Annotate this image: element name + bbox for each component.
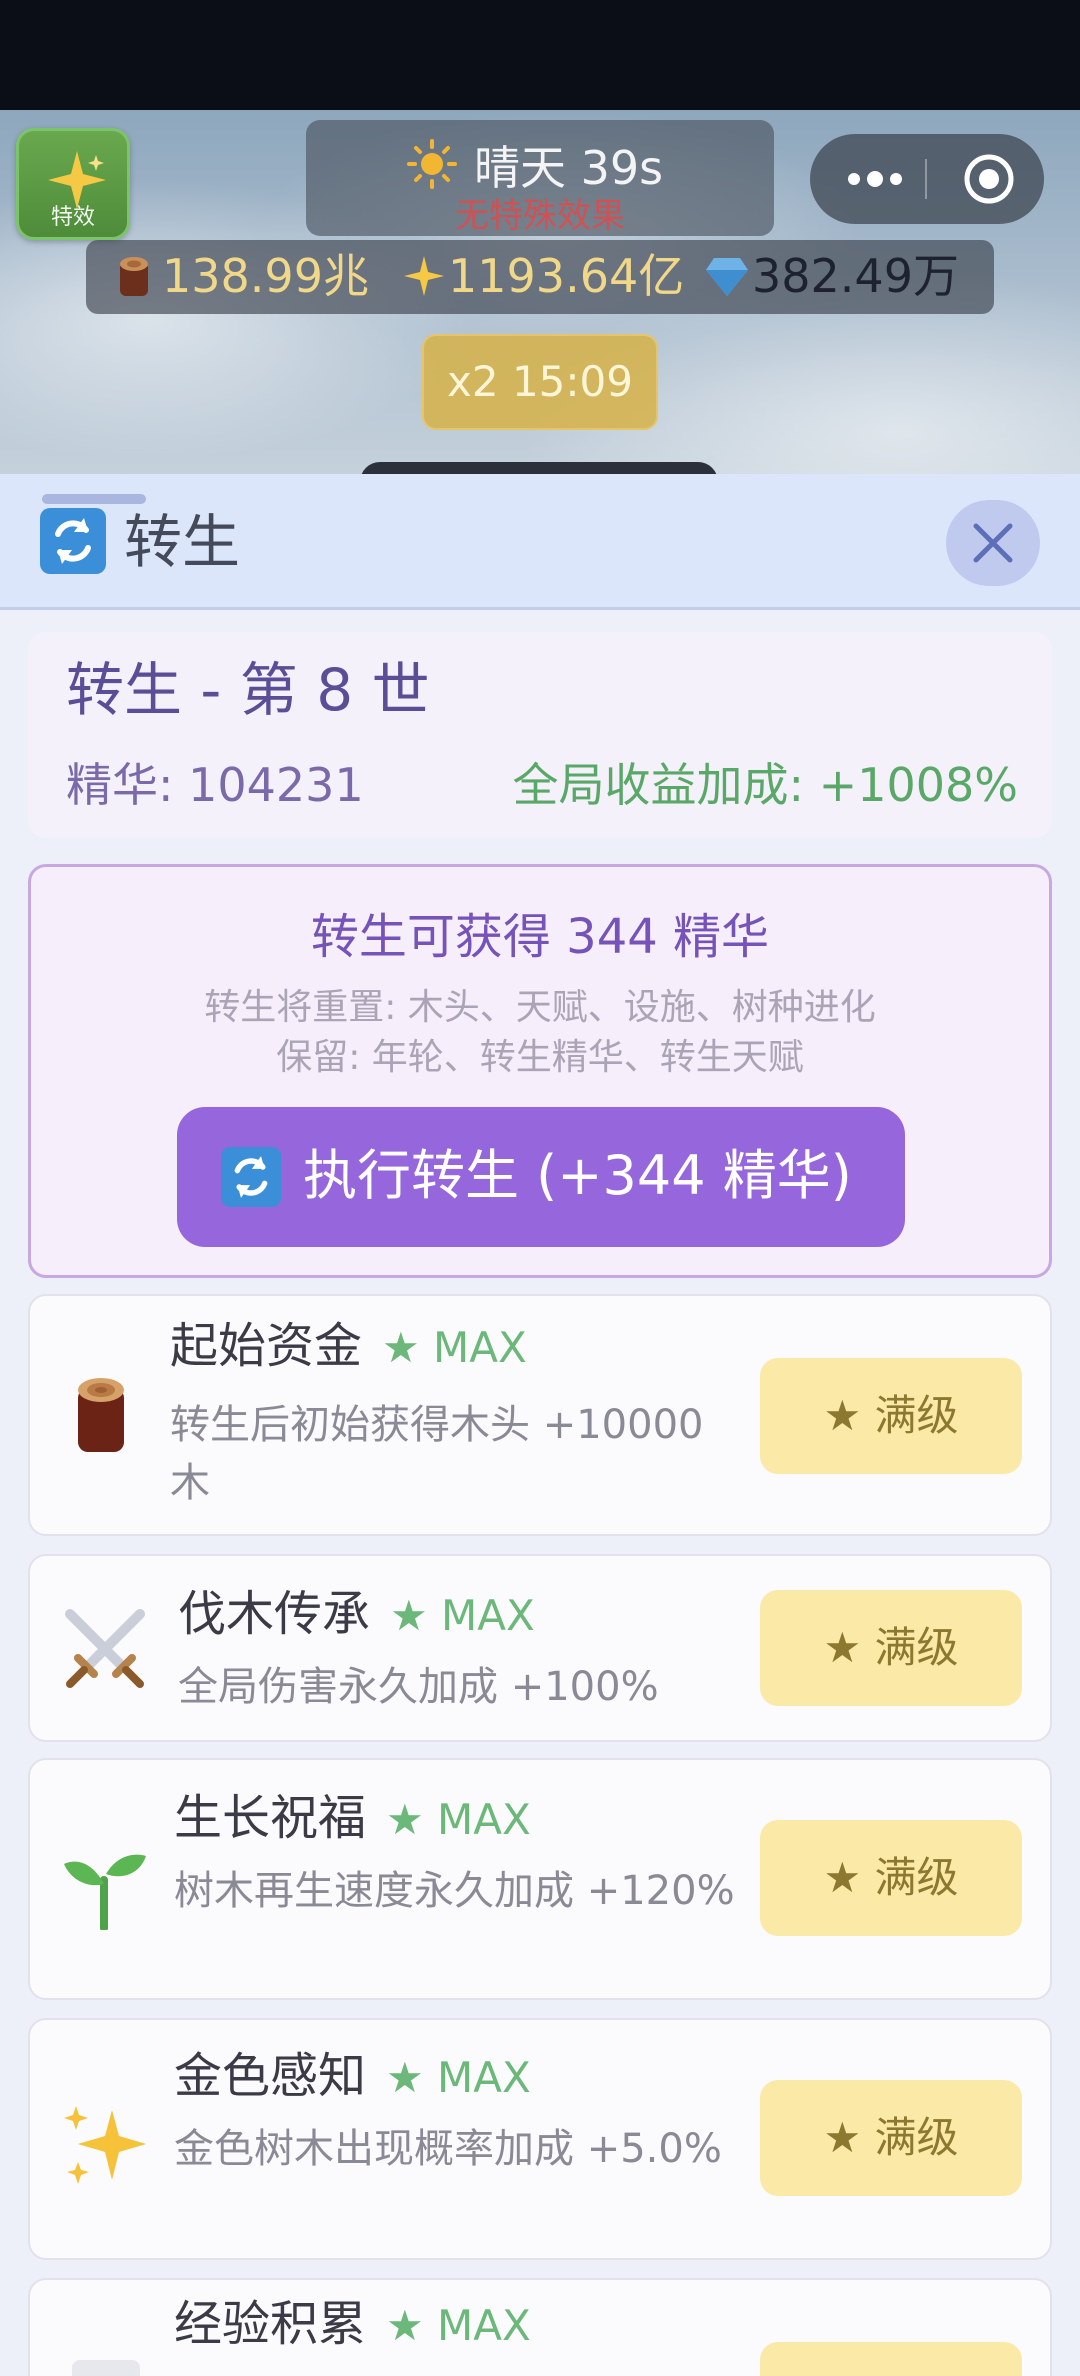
global-bonus: 全局收益加成: +1008% xyxy=(512,758,1018,812)
talent-description: 转生后初始获得木头 +10000木 xyxy=(170,1402,704,1506)
talent-card: 金色感知 ★ MAX 金色树木出现概率加成 +5.0% ★ 满级 xyxy=(28,2018,1052,2260)
log-icon xyxy=(78,1378,124,1452)
talent-maxed-button[interactable]: ★ 满级 xyxy=(760,2342,1022,2376)
talent-max-badge: ★ MAX xyxy=(386,2053,531,2102)
sun-icon xyxy=(407,139,457,189)
talent-card: 生长祝福 ★ MAX 树木再生速度永久加成 +120% ★ 满级 xyxy=(28,1758,1052,2000)
talent-maxed-button[interactable]: ★ 满级 xyxy=(760,1358,1022,1474)
talent-card: 起始资金 ★ MAX 转生后初始获得木头 +10000木 ★ 满级 xyxy=(28,1294,1052,1536)
close-button[interactable] xyxy=(946,500,1040,586)
talent-card: 经验积累 ★ MAX ★ 满级 xyxy=(28,2278,1052,2376)
talent-card: 伐木传承 ★ MAX 全局伤害永久加成 +100% ★ 满级 xyxy=(28,1554,1052,1742)
talent-name: 起始资金 xyxy=(170,1318,363,1374)
effects-button[interactable]: 特效 xyxy=(16,128,130,240)
talent-description: 金色树木出现概率加成 +5.0% xyxy=(174,2126,722,2172)
gem-icon xyxy=(706,258,748,296)
miniprogram-capsule xyxy=(810,134,1044,224)
talent-maxed-button[interactable]: ★ 满级 xyxy=(760,1590,1022,1706)
talent-maxed-button[interactable]: ★ 满级 xyxy=(760,1820,1022,1936)
panel-header: 转生 xyxy=(0,474,1080,610)
generation-title: 转生 - 第 8 世 xyxy=(66,656,430,724)
talent-max-badge: ★ MAX xyxy=(386,1795,531,1844)
resource-bar: 138.99兆 1193.64亿 382.49万 xyxy=(86,240,994,314)
talent-maxed-button[interactable]: ★ 满级 xyxy=(760,2080,1022,2196)
close-icon xyxy=(973,523,1013,563)
sparkle-icon xyxy=(404,256,444,296)
sparkle-icon xyxy=(64,2106,146,2184)
talent-max-badge: ★ MAX xyxy=(386,2301,531,2350)
essence-count: 精华: 104231 xyxy=(66,758,364,812)
execute-rebirth-label: 执行转生 (+344 精华) xyxy=(303,1144,852,1207)
scroll-icon xyxy=(72,2360,140,2376)
talent-name: 生长祝福 xyxy=(174,1790,367,1846)
multiplier-timer[interactable]: x2 15:09 xyxy=(422,334,658,430)
keep-note: 保留: 年轮、转生精华、转生天赋 xyxy=(276,1037,804,1078)
weather-panel: 晴天 39s 无特殊效果 xyxy=(306,120,774,236)
rebirth-summary-card: 转生 - 第 8 世 精华: 104231 全局收益加成: +1008% xyxy=(28,632,1052,838)
rebirth-action-card: 转生可获得 344 精华 转生将重置: 木头、天赋、设施、树种进化 保留: 年轮… xyxy=(28,864,1052,1278)
status-bar xyxy=(0,0,1080,110)
talent-name: 金色感知 xyxy=(174,2048,367,2104)
weather-effect: 无特殊效果 xyxy=(455,196,625,236)
talent-description: 树木再生速度永久加成 +120% xyxy=(174,1868,735,1914)
crossed-swords-icon xyxy=(65,1609,145,1688)
talent-name: 经验积累 xyxy=(174,2296,367,2352)
rebirth-icon xyxy=(40,508,106,574)
talent-name: 伐木传承 xyxy=(178,1586,371,1642)
more-icon[interactable] xyxy=(840,156,910,202)
log-icon xyxy=(120,257,148,296)
sprout-icon xyxy=(64,1854,146,1930)
panel-title: 转生 xyxy=(124,508,241,576)
rebirth-reward: 转生可获得 344 精华 xyxy=(310,909,770,965)
wood-amount: 138.99兆 xyxy=(162,249,369,303)
capsule-divider xyxy=(925,159,927,199)
talent-max-badge: ★ MAX xyxy=(390,1591,535,1640)
sparkle-amount: 1193.64亿 xyxy=(448,249,685,303)
rebirth-icon xyxy=(221,1147,281,1207)
talent-max-badge: ★ MAX xyxy=(382,1323,527,1372)
effects-label: 特效 xyxy=(50,205,95,230)
reset-note: 转生将重置: 木头、天赋、设施、树种进化 xyxy=(204,987,876,1028)
close-miniprogram-icon[interactable] xyxy=(962,152,1016,206)
drag-handle[interactable] xyxy=(42,494,146,504)
gem-amount: 382.49万 xyxy=(752,249,959,303)
talent-description: 全局伤害永久加成 +100% xyxy=(178,1664,659,1710)
execute-rebirth-button[interactable]: 执行转生 (+344 精华) xyxy=(177,1107,905,1247)
